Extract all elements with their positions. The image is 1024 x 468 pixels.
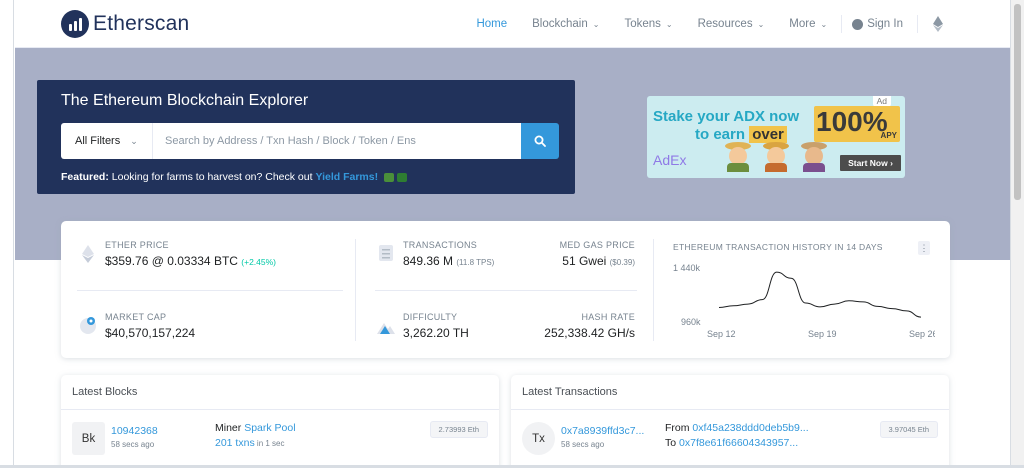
ad-farmer-illustration <box>725 142 839 172</box>
nav-blockchain[interactable]: Blockchain ⌄ <box>532 18 599 30</box>
tx-history-chart[interactable]: 1 440k 960k Sep 12 Sep 19 Sep 26 <box>673 259 935 347</box>
chevron-down-icon: ⌄ <box>757 20 765 29</box>
x-tick-label: Sep 26 <box>909 329 935 339</box>
tractor-emoji-icon <box>384 172 395 182</box>
price-change: (+2.45%) <box>241 257 277 267</box>
site-header: Etherscan Home Blockchain ⌄ Tokens ⌄ Resou… <box>15 0 1010 48</box>
chevron-down-icon: ⌄ <box>665 20 673 29</box>
main-nav: Home Blockchain ⌄ Tokens ⌄ Resources ⌄ More… <box>451 0 1010 48</box>
block-age: 58 secs ago <box>111 440 155 449</box>
nav-divider <box>917 15 918 33</box>
adex-logo: AdEx <box>653 152 687 168</box>
block-avatar: Bk <box>72 422 105 455</box>
miner-link[interactable]: Spark Pool <box>244 422 295 434</box>
tx-age: 58 secs ago <box>561 440 605 449</box>
transactions-stat: TRANSACTIONS 849.36 M (11.8 TPS) <box>403 240 495 268</box>
user-circle-icon <box>852 18 864 30</box>
window-left-edge <box>0 0 14 468</box>
y-tick-label: 1 440k <box>673 263 701 273</box>
scrollbar-thumb[interactable] <box>1014 4 1021 200</box>
latest-transactions-card: Latest Transactions Tx 0x7a8939ffd3c7...… <box>511 375 949 468</box>
ether-price-stat: ETHER PRICE $359.76 @ 0.03334 BTC (+2.45… <box>105 240 277 268</box>
ad-subline: to earn over <box>695 126 787 143</box>
tx-to: To 0x7f8e61f66604343957... <box>665 437 799 449</box>
server-icon <box>379 245 393 261</box>
vertical-scrollbar[interactable] <box>1010 0 1024 468</box>
tx-value: 3.97045 Eth <box>879 421 938 438</box>
brand-logo[interactable]: Etherscan <box>61 10 189 38</box>
globe-icon <box>80 317 96 334</box>
latest-transactions-title: Latest Transactions <box>522 386 618 398</box>
stat-divider <box>77 290 343 291</box>
adex-advertisement[interactable]: Ad Stake your ADX now to earn over 100% … <box>647 96 905 178</box>
chevron-down-icon: ⌄ <box>820 20 828 29</box>
latest-blocks-title: Latest Blocks <box>72 386 138 398</box>
ethereum-icon <box>82 245 94 263</box>
search-filter-select[interactable]: All Filters ⌄ <box>61 123 153 159</box>
block-txns: 201 txns in 1 sec <box>215 437 285 449</box>
block-reward: 2.73993 Eth <box>429 421 488 438</box>
block-txns-link[interactable]: 201 txns <box>215 437 255 449</box>
nav-divider <box>841 15 843 33</box>
market-cap-stat: MARKET CAP $40,570,157,224 <box>105 312 196 340</box>
etherscan-logo-icon <box>61 10 89 38</box>
nav-resources[interactable]: Resources ⌄ <box>698 18 765 30</box>
search-icon <box>534 135 546 147</box>
plant-emoji-icon <box>397 172 408 182</box>
block-number-link[interactable]: 10942368 <box>111 425 158 437</box>
block-miner: Miner Spark Pool <box>215 422 296 434</box>
featured-banner: Featured: Looking for farms to harvest o… <box>61 171 408 183</box>
search-panel: The Ethereum Blockchain Explorer All Fil… <box>37 80 575 194</box>
nav-home[interactable]: Home <box>476 18 507 30</box>
search-bar: All Filters ⌄ <box>61 123 559 159</box>
brand-name: Etherscan <box>93 12 190 35</box>
tx-history-title: ETHEREUM TRANSACTION HISTORY IN 14 DAYS <box>673 242 883 252</box>
x-tick-label: Sep 12 <box>707 329 736 339</box>
network-switch-button[interactable] <box>928 14 948 34</box>
hero-title: The Ethereum Blockchain Explorer <box>61 92 309 109</box>
search-button[interactable] <box>521 123 559 159</box>
ad-percent-box: 100% APY <box>814 106 900 142</box>
chevron-down-icon: ⌄ <box>592 20 600 29</box>
stat-divider <box>375 290 637 291</box>
stat-column-divider <box>355 239 356 341</box>
tx-from: From 0xf45a238ddd0deb5b9... <box>665 422 809 434</box>
med-gas-price-stat[interactable]: MED GAS PRICE 51 Gwei ($0.39) <box>560 240 635 268</box>
nav-tokens[interactable]: Tokens ⌄ <box>624 18 672 30</box>
tx-to-link[interactable]: 0x7f8e61f66604343957... <box>679 437 798 449</box>
yield-farms-link[interactable]: Yield Farms! <box>315 171 378 183</box>
x-tick-label: Sep 19 <box>808 329 837 339</box>
ad-headline: Stake your ADX now <box>653 108 800 125</box>
network-stats-card: ETHER PRICE $359.76 @ 0.03334 BTC (+2.45… <box>61 221 950 358</box>
latest-blocks-card: Latest Blocks Bk 10942368 58 secs ago Mi… <box>61 375 499 468</box>
tx-history-line <box>718 271 922 318</box>
nav-more[interactable]: More ⌄ <box>789 18 827 30</box>
sign-in-link[interactable]: Sign In <box>852 18 903 30</box>
ethereum-icon <box>933 16 943 32</box>
search-input[interactable] <box>153 123 521 159</box>
difficulty-stat: DIFFICULTY 3,262.20 TH <box>403 312 469 340</box>
tx-avatar: Tx <box>522 422 555 455</box>
y-tick-label: 960k <box>681 317 701 327</box>
tx-hash-link[interactable]: 0x7a8939ffd3c7... <box>561 425 644 437</box>
ad-start-now-button[interactable]: Start Now › <box>840 155 901 171</box>
stat-column-divider <box>653 239 654 341</box>
tx-from-link[interactable]: 0xf45a238ddd0deb5b9... <box>692 422 808 434</box>
chevron-down-icon: ⌄ <box>130 135 138 146</box>
mountain-icon <box>377 323 395 334</box>
more-vertical-icon: ⋮ <box>919 242 929 253</box>
hash-rate-stat: HASH RATE 252,338.42 GH/s <box>544 312 635 340</box>
chart-menu-button[interactable]: ⋮ <box>918 241 930 255</box>
